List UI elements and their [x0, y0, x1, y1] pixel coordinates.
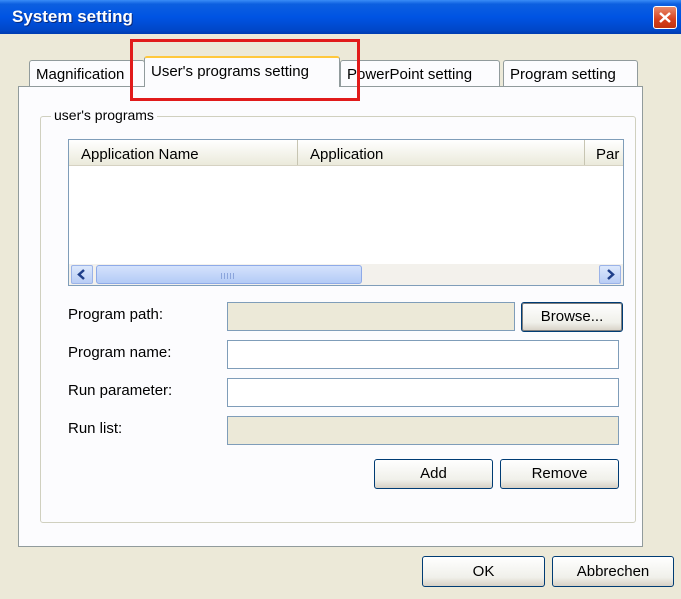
program-path-input [228, 303, 514, 330]
tab-magnification[interactable]: Magnification [29, 60, 145, 86]
chevron-right-icon [607, 269, 615, 280]
run-list-input [228, 417, 618, 444]
tab-powerpoint-setting[interactable]: PowerPoint setting [340, 60, 500, 86]
title-bar[interactable]: System setting [0, 0, 681, 34]
close-button[interactable] [653, 6, 677, 29]
program-name-label: Program name: [68, 344, 172, 361]
chevron-left-icon [77, 269, 85, 280]
run-parameter-field[interactable] [227, 378, 619, 407]
program-name-field[interactable] [227, 340, 619, 369]
tab-program-setting[interactable]: Program setting [503, 60, 638, 86]
run-parameter-input[interactable] [228, 379, 618, 406]
groupbox-label: user's programs [51, 107, 157, 123]
program-path-label: Program path: [68, 306, 164, 323]
scroll-right-button[interactable] [599, 265, 621, 284]
scroll-left-button[interactable] [71, 265, 93, 284]
programs-list[interactable]: Application Name Application Par [68, 139, 624, 286]
scroll-thumb[interactable] [96, 265, 362, 284]
window-title: System setting [12, 7, 133, 26]
browse-button[interactable]: Browse... [521, 302, 623, 332]
ok-button[interactable]: OK [422, 556, 545, 587]
run-list-label: Run list: [68, 420, 123, 437]
horizontal-scrollbar[interactable] [69, 264, 623, 285]
program-name-input[interactable] [228, 341, 618, 368]
cancel-button[interactable]: Abbrechen [552, 556, 674, 587]
highlight-annotation [130, 39, 360, 101]
list-header: Application Name Application Par [69, 140, 623, 166]
run-list-field [227, 416, 619, 445]
column-header-application-name[interactable]: Application Name [69, 140, 298, 165]
remove-button[interactable]: Remove [500, 459, 619, 489]
add-button[interactable]: Add [374, 459, 493, 489]
program-path-field [227, 302, 515, 331]
run-parameter-label: Run parameter: [68, 382, 173, 399]
column-header-application[interactable]: Application [298, 140, 585, 165]
column-header-parameter[interactable]: Par [585, 140, 623, 165]
dialog-window: System setting Magnification User's prog… [0, 0, 681, 599]
grip-icon [221, 273, 235, 279]
